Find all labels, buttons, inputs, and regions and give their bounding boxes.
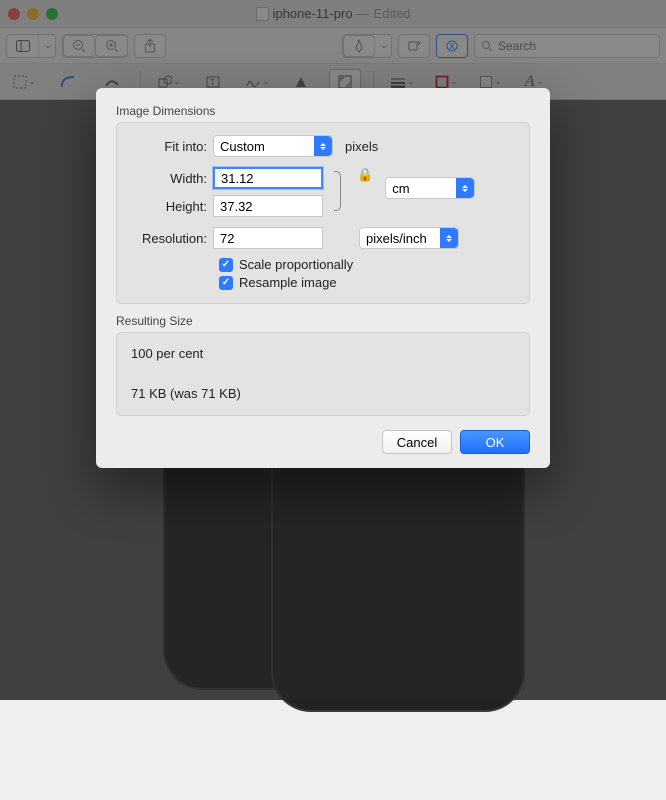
resolution-unit-value: pixels/inch: [366, 231, 427, 246]
link-bracket: [331, 167, 347, 215]
cancel-button[interactable]: Cancel: [382, 430, 452, 454]
ok-button[interactable]: OK: [460, 430, 530, 454]
result-size: 71 KB (was 71 KB): [131, 385, 515, 403]
resulting-size-label: Resulting Size: [116, 314, 530, 328]
image-dimensions-label: Image Dimensions: [116, 104, 530, 118]
chevron-updown-icon: [440, 228, 458, 248]
resulting-size-box: 100 per cent 71 KB (was 71 KB): [116, 332, 530, 416]
adjust-size-dialog: Image Dimensions Fit into: Custom pixels…: [96, 88, 550, 468]
size-unit-value: cm: [392, 181, 409, 196]
chevron-updown-icon: [314, 136, 332, 156]
lock-icon[interactable]: 🔒: [357, 167, 373, 183]
height-input[interactable]: [213, 195, 323, 217]
resolution-input[interactable]: [213, 227, 323, 249]
resolution-label: Resolution:: [131, 231, 207, 246]
height-label: Height:: [131, 199, 207, 214]
size-unit-select[interactable]: cm: [385, 177, 475, 199]
width-label: Width:: [131, 171, 207, 186]
fit-into-unit: pixels: [345, 139, 378, 154]
checkbox-checked-icon: ✓: [219, 258, 233, 272]
resample-image-label: Resample image: [239, 275, 337, 290]
width-input[interactable]: [213, 167, 323, 189]
resolution-unit-select[interactable]: pixels/inch: [359, 227, 459, 249]
chevron-updown-icon: [456, 178, 474, 198]
fit-into-label: Fit into:: [131, 139, 207, 154]
result-percent: 100 per cent: [131, 345, 515, 363]
checkbox-checked-icon: ✓: [219, 276, 233, 290]
fit-into-value: Custom: [220, 139, 265, 154]
scale-proportionally-checkbox[interactable]: ✓ Scale proportionally: [219, 257, 515, 272]
scale-proportionally-label: Scale proportionally: [239, 257, 353, 272]
fit-into-select[interactable]: Custom: [213, 135, 333, 157]
resample-image-checkbox[interactable]: ✓ Resample image: [219, 275, 515, 290]
